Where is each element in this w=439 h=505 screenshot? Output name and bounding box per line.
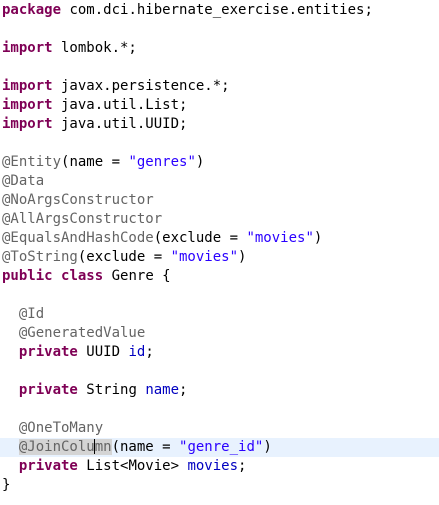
code-line-field-name[interactable]: private String name;	[0, 381, 439, 400]
code-text: ;	[179, 382, 188, 398]
code-text: )	[313, 230, 323, 246]
annotation: @GeneratedValue	[18, 325, 146, 341]
code-text: java.util.List;	[52, 97, 188, 113]
annotation-highlighted: @JoinColumn	[18, 439, 112, 455]
code-text: lombok.*;	[52, 40, 137, 56]
code-text: ;	[238, 458, 247, 474]
code-text: )	[238, 249, 247, 265]
code-line-import-uuid[interactable]: import java.util.UUID;	[0, 115, 439, 134]
code-text: (exclude =	[77, 249, 171, 265]
keyword: class	[61, 268, 104, 284]
annotation-part: @JoinColu	[18, 439, 95, 455]
keyword: package	[2, 2, 62, 18]
keyword: private	[18, 382, 78, 398]
code-text: )	[263, 439, 272, 455]
code-text: Genre {	[103, 268, 171, 284]
field-name: movies	[187, 458, 239, 474]
code-text: com.dci.hibernate_exercise.entities;	[61, 2, 373, 18]
code-text: (name =	[111, 439, 180, 455]
code-text: (exclude =	[153, 230, 247, 246]
field-name: name	[145, 382, 180, 398]
string-literal: "movies"	[246, 230, 314, 246]
keyword: public	[2, 268, 53, 284]
keyword: private	[18, 458, 78, 474]
code-line-tostring[interactable]: @ToString(exclude = "movies")	[0, 248, 439, 267]
code-line-join-column-current[interactable]: @JoinColumn(name = "genre_id")	[0, 438, 439, 457]
code-line-package[interactable]: package com.dci.hibernate_exercise.entit…	[0, 1, 439, 20]
keyword: import	[2, 78, 53, 94]
code-text: List<Movie>	[77, 458, 188, 474]
annotation: @NoArgsConstructor	[2, 192, 154, 208]
code-text: (name =	[61, 154, 129, 170]
code-text: ;	[145, 344, 154, 360]
string-literal: "genres"	[128, 154, 196, 170]
annotation: @Id	[18, 306, 45, 322]
annotation: @ToString	[2, 249, 78, 265]
code-line-allargs[interactable]: @AllArgsConstructor	[0, 210, 439, 229]
annotation: @AllArgsConstructor	[2, 211, 163, 227]
code-text: java.util.UUID;	[52, 116, 188, 132]
code-line-closing-brace[interactable]: }	[0, 476, 439, 495]
code-text: }	[2, 477, 11, 493]
annotation-part: mn	[94, 439, 112, 455]
code-line-field-id[interactable]: private UUID id;	[0, 343, 439, 362]
keyword: import	[2, 97, 53, 113]
field-name: id	[128, 344, 146, 360]
code-text: )	[195, 154, 205, 170]
code-line-id-annotation[interactable]: @Id	[0, 305, 439, 324]
keyword: import	[2, 40, 53, 56]
code-line-equals-hashcode[interactable]: @EqualsAndHashCode(exclude = "movies")	[0, 229, 439, 248]
code-line-import-persistence[interactable]: import javax.persistence.*;	[0, 77, 439, 96]
code-line-entity[interactable]: @Entity(name = "genres")	[0, 153, 439, 172]
keyword: private	[18, 344, 78, 360]
code-line-generated-value[interactable]: @GeneratedValue	[0, 324, 439, 343]
code-line-one-to-many[interactable]: @OneToMany	[0, 419, 439, 438]
code-text: String	[77, 382, 146, 398]
string-literal: "movies"	[170, 249, 239, 265]
annotation: @OneToMany	[18, 420, 104, 436]
code-line-class-decl[interactable]: public class Genre {	[0, 267, 439, 286]
string-literal: "genre_id"	[179, 439, 264, 455]
keyword: import	[2, 116, 53, 132]
annotation: @Entity	[2, 154, 62, 170]
code-text: javax.persistence.*;	[52, 78, 230, 94]
code-editor[interactable]: package com.dci.hibernate_exercise.entit…	[0, 0, 439, 505]
annotation: @EqualsAndHashCode	[2, 230, 154, 246]
code-line-import-lombok[interactable]: import lombok.*;	[0, 39, 439, 58]
code-line-noargs[interactable]: @NoArgsConstructor	[0, 191, 439, 210]
code-line-field-movies[interactable]: private List<Movie> movies;	[0, 457, 439, 476]
code-line-import-list[interactable]: import java.util.List;	[0, 96, 439, 115]
code-line-data[interactable]: @Data	[0, 172, 439, 191]
annotation: @Data	[2, 173, 45, 189]
code-text: UUID	[77, 344, 129, 360]
